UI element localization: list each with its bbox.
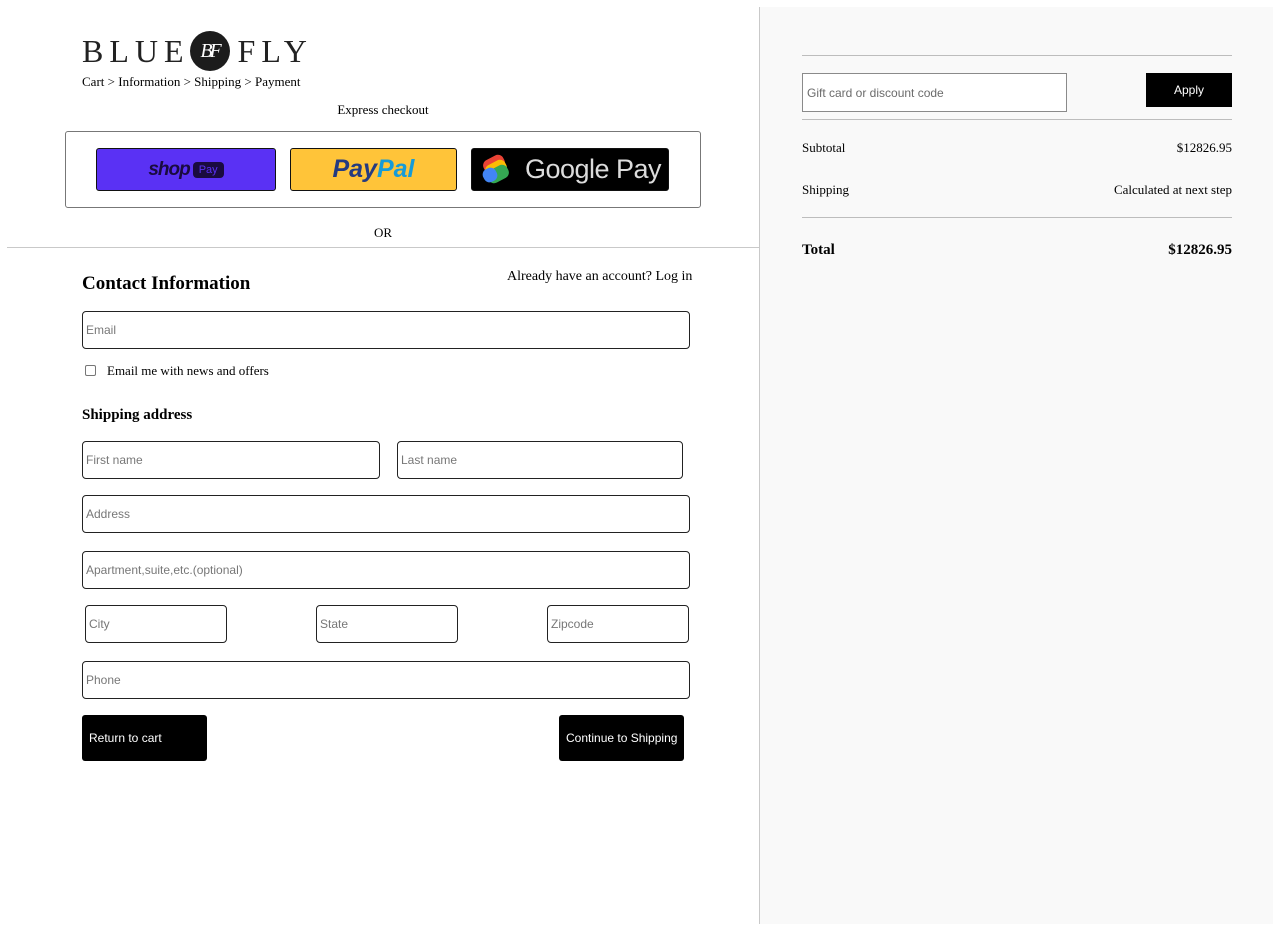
paypal-logo-part2: Pal — [376, 155, 415, 183]
shop-pay-pill: Pay — [192, 161, 224, 178]
breadcrumb-information: Information — [118, 74, 181, 89]
continue-to-shipping-button[interactable]: Continue to Shipping — [559, 715, 684, 761]
login-prompt-text: Already have an account? — [507, 269, 652, 284]
breadcrumb-cart[interactable]: Cart — [82, 74, 104, 89]
google-pay-label: Google Pay — [524, 154, 662, 184]
newsletter-label: Email me with news and offers — [107, 363, 269, 378]
email-field[interactable] — [82, 311, 690, 349]
section-divider — [7, 247, 759, 248]
city-field[interactable] — [85, 605, 227, 643]
paypal-button[interactable]: Pay Pal — [290, 148, 457, 191]
summary-divider — [802, 119, 1232, 120]
bluefly-logo[interactable]: BLUE BF FLY — [82, 31, 334, 71]
breadcrumb-payment: Payment — [254, 74, 301, 89]
login-prompt: Already have an account? Log in — [507, 269, 692, 285]
state-field[interactable] — [316, 605, 458, 643]
first-name-field[interactable] — [82, 441, 380, 479]
shipping-cost-value: Calculated at next step — [1113, 182, 1232, 197]
breadcrumb-separator: > — [183, 74, 191, 89]
last-name-field[interactable] — [397, 441, 683, 479]
shipping-address-title: Shipping address — [82, 407, 193, 423]
return-to-cart-button[interactable]: Return to cart — [82, 715, 207, 761]
discount-code-input[interactable] — [802, 73, 1067, 112]
shop-pay-logo: shop — [148, 158, 190, 180]
contact-information-title: Contact Information — [82, 273, 251, 294]
express-checkout-title: Express checkout — [337, 102, 429, 117]
google-wallet-icon — [482, 154, 509, 183]
breadcrumb-separator: > — [107, 74, 115, 89]
total-label: Total — [802, 242, 835, 258]
phone-field[interactable] — [82, 661, 690, 699]
breadcrumb-separator: > — [244, 74, 252, 89]
logo-monogram: BF — [189, 31, 230, 71]
summary-divider — [802, 55, 1232, 56]
login-link[interactable]: Log in — [655, 269, 692, 284]
shipping-cost-label: Shipping — [802, 182, 849, 197]
subtotal-value: $12826.95 — [1176, 140, 1232, 155]
shop-pay-button[interactable]: shop Pay — [96, 148, 276, 191]
paypal-logo-part1: Pay — [332, 155, 377, 183]
breadcrumb-shipping: Shipping — [194, 74, 242, 89]
google-pay-button[interactable]: Google Pay — [471, 148, 669, 191]
logo-word-right: FLY — [237, 33, 313, 69]
newsletter-checkbox[interactable] — [85, 365, 96, 376]
apply-discount-button[interactable]: Apply — [1146, 73, 1232, 107]
subtotal-label: Subtotal — [802, 140, 846, 155]
address-field[interactable] — [82, 495, 690, 533]
summary-divider — [802, 217, 1232, 218]
breadcrumb: Cart > Information > Shipping > Payment — [82, 74, 300, 90]
or-divider-text: OR — [373, 225, 393, 240]
zipcode-field[interactable] — [547, 605, 689, 643]
apartment-field[interactable] — [82, 551, 690, 589]
logo-word-left: BLUE — [82, 33, 190, 69]
total-value: $12826.95 — [1168, 242, 1232, 258]
